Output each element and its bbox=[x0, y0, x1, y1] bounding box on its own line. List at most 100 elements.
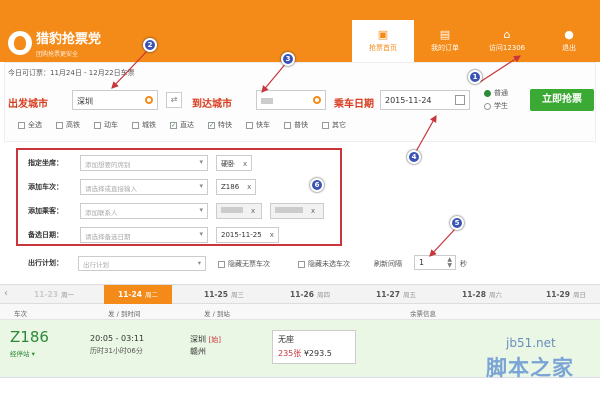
grab-tickets-button[interactable]: 立即抢票 bbox=[530, 89, 594, 111]
passenger-tag-2[interactable]: x bbox=[270, 203, 324, 219]
tab-date: 11-25 bbox=[204, 290, 228, 299]
col-times: 发 / 到时间 bbox=[108, 310, 141, 318]
presale-info: 今日可订票：11月24日 - 12月22日车票 bbox=[8, 69, 135, 77]
checkbox-icon bbox=[322, 121, 329, 129]
backup-date-select[interactable]: 请选择备选日期 bbox=[80, 227, 208, 243]
calendar-icon bbox=[455, 95, 465, 105]
filter-express[interactable]: ✓ 特快 bbox=[208, 120, 232, 130]
nav-item-home[interactable]: ▣ 抢票首页 bbox=[352, 20, 414, 62]
passenger-select[interactable]: 添加联系人 bbox=[80, 203, 208, 219]
col-stations: 发 / 到站 bbox=[204, 310, 230, 318]
swap-cities-button[interactable]: ⇄ bbox=[166, 92, 182, 108]
nav-label: 抢票首页 bbox=[369, 44, 397, 52]
train-tag-label: Z186 bbox=[221, 183, 240, 191]
nav-label: 我的订单 bbox=[431, 44, 459, 52]
refresh-interval-stepper[interactable]: 1 ▲ ▼ bbox=[414, 255, 456, 270]
remove-date-icon[interactable]: x bbox=[270, 231, 274, 239]
hide-no-ticket-checkbox[interactable]: 隐藏无票车次 bbox=[218, 259, 270, 269]
checkbox-icon bbox=[298, 260, 305, 268]
watermark-site: jb51.net bbox=[506, 336, 556, 350]
tab-date-1127[interactable]: 11-27 周五 bbox=[362, 285, 430, 305]
annotation-2: 2 bbox=[143, 38, 157, 52]
nav-item-orders[interactable]: ▤ 我的订单 bbox=[414, 20, 476, 62]
duration: 历时31小时06分 bbox=[90, 347, 143, 355]
checkbox-icon bbox=[284, 121, 291, 129]
annotation-4: 4 bbox=[407, 150, 421, 164]
seat-availability[interactable]: 无座 235张 ¥293.5 bbox=[272, 330, 356, 364]
checkbox-icon bbox=[18, 121, 25, 129]
tab-weekday: 周日 bbox=[573, 291, 586, 299]
remove-passenger-icon[interactable]: x bbox=[311, 207, 315, 215]
ticket-type-label: 学生 bbox=[494, 102, 508, 110]
train-number[interactable]: Z186 bbox=[10, 328, 49, 346]
annotation-6: 6 bbox=[310, 178, 324, 192]
app-subtitle: 团购抢票更安全 bbox=[36, 51, 79, 58]
nav-item-12306[interactable]: ⌂ 访问12306 bbox=[476, 20, 538, 62]
plan-select[interactable]: 出行计划 bbox=[78, 256, 206, 271]
tab-date-1124[interactable]: 11-24 周二 bbox=[104, 285, 172, 305]
nav-label: 访问12306 bbox=[488, 44, 526, 52]
remove-seat-icon[interactable]: x bbox=[243, 160, 247, 168]
filter-label: 特快 bbox=[218, 121, 232, 129]
seat-label: 指定坐席： bbox=[28, 159, 63, 167]
checkbox-icon bbox=[218, 260, 225, 268]
tab-date: 11-28 bbox=[462, 290, 486, 299]
filter-highspeed[interactable]: 高铁 bbox=[56, 120, 80, 130]
prev-date-icon[interactable]: ‹ bbox=[4, 288, 8, 299]
remaining-count: 235张 bbox=[278, 349, 302, 358]
seat-select[interactable]: 添加想要的席别 bbox=[80, 155, 208, 171]
tab-date-1128[interactable]: 11-28 周六 bbox=[448, 285, 516, 305]
price: ¥293.5 bbox=[303, 349, 332, 358]
remove-passenger-icon[interactable]: x bbox=[251, 207, 255, 215]
backup-date-tag-label: 2015-11-25 bbox=[221, 231, 262, 239]
ticket-type-normal[interactable]: 普通 bbox=[484, 88, 508, 98]
filter-label: 其它 bbox=[332, 121, 346, 129]
train-select[interactable]: 请选择或直接输入 bbox=[80, 179, 208, 195]
nav-label: 退出 bbox=[562, 44, 576, 52]
seat-tag[interactable]: 硬卧 x bbox=[216, 155, 253, 171]
filter-emu[interactable]: 动车 bbox=[94, 120, 118, 130]
remove-train-icon[interactable]: x bbox=[247, 183, 251, 191]
filter-all[interactable]: 全选 bbox=[18, 120, 42, 130]
date-input[interactable]: 2015-11-24 bbox=[380, 90, 470, 110]
filter-label: 普快 bbox=[294, 121, 308, 129]
tab-date: 11-27 bbox=[376, 290, 400, 299]
backup-date-tag[interactable]: 2015-11-25 x bbox=[216, 227, 279, 243]
seat-type: 无座 bbox=[278, 335, 294, 344]
filter-fast[interactable]: 快车 bbox=[246, 120, 270, 130]
from-city-input[interactable]: 深圳 bbox=[72, 90, 158, 110]
tab-date-1126[interactable]: 11-26 周四 bbox=[276, 285, 344, 305]
document-icon: ▤ bbox=[439, 28, 451, 41]
train-type-filters: 全选 高铁 动车 城铁 ✓ 直达 ✓ 特快 快车 普快 其它 bbox=[18, 120, 346, 130]
stepper-arrows-icon[interactable]: ▲ ▼ bbox=[447, 257, 452, 269]
passenger-label: 添加乘客： bbox=[28, 207, 63, 215]
train-icon: ▣ bbox=[377, 28, 389, 41]
filter-label: 直达 bbox=[180, 121, 194, 129]
hide-unselected-checkbox[interactable]: 隐藏未选车次 bbox=[298, 259, 350, 269]
passenger-tag-1[interactable]: x bbox=[216, 203, 262, 219]
checkbox-icon bbox=[56, 121, 63, 129]
tab-date-1125[interactable]: 11-25 周三 bbox=[190, 285, 258, 305]
nav-item-logout[interactable]: ● 退出 bbox=[538, 20, 600, 62]
via-stations-link[interactable]: 经停站 ▾ bbox=[10, 348, 35, 358]
train-tag[interactable]: Z186 x bbox=[216, 179, 257, 195]
plan-label: 出行计划： bbox=[28, 259, 63, 267]
filter-regular-fast[interactable]: 普快 bbox=[284, 120, 308, 130]
swap-icon: ⇄ bbox=[170, 95, 178, 104]
seat-row: 指定坐席： 添加想要的席别 硬卧 x bbox=[18, 153, 338, 173]
to-city-label: 到达城市 bbox=[192, 99, 232, 110]
to-city-input[interactable] bbox=[256, 90, 326, 110]
filter-intercity[interactable]: 城铁 bbox=[132, 120, 156, 130]
blurred-text bbox=[275, 207, 303, 213]
tab-date-1129[interactable]: 11-29 周日 bbox=[532, 285, 600, 305]
top-header: 猎豹抢票党 团购抢票更安全 ▣ 抢票首页 ▤ 我的订单 ⌂ 访问12306 ● … bbox=[0, 0, 600, 62]
ticket-type-student[interactable]: 学生 bbox=[484, 101, 508, 111]
tab-date-1123[interactable]: 11-23 周一 bbox=[20, 285, 88, 305]
filter-label: 全选 bbox=[28, 121, 42, 129]
user-icon: ● bbox=[564, 28, 574, 41]
filter-other[interactable]: 其它 bbox=[322, 120, 346, 130]
filter-direct[interactable]: ✓ 直达 bbox=[170, 120, 194, 130]
app-logo[interactable]: 猎豹抢票党 团购抢票更安全 bbox=[8, 28, 101, 58]
refresh-unit: 秒 bbox=[460, 259, 467, 269]
train-label: 添加车次： bbox=[28, 183, 63, 191]
